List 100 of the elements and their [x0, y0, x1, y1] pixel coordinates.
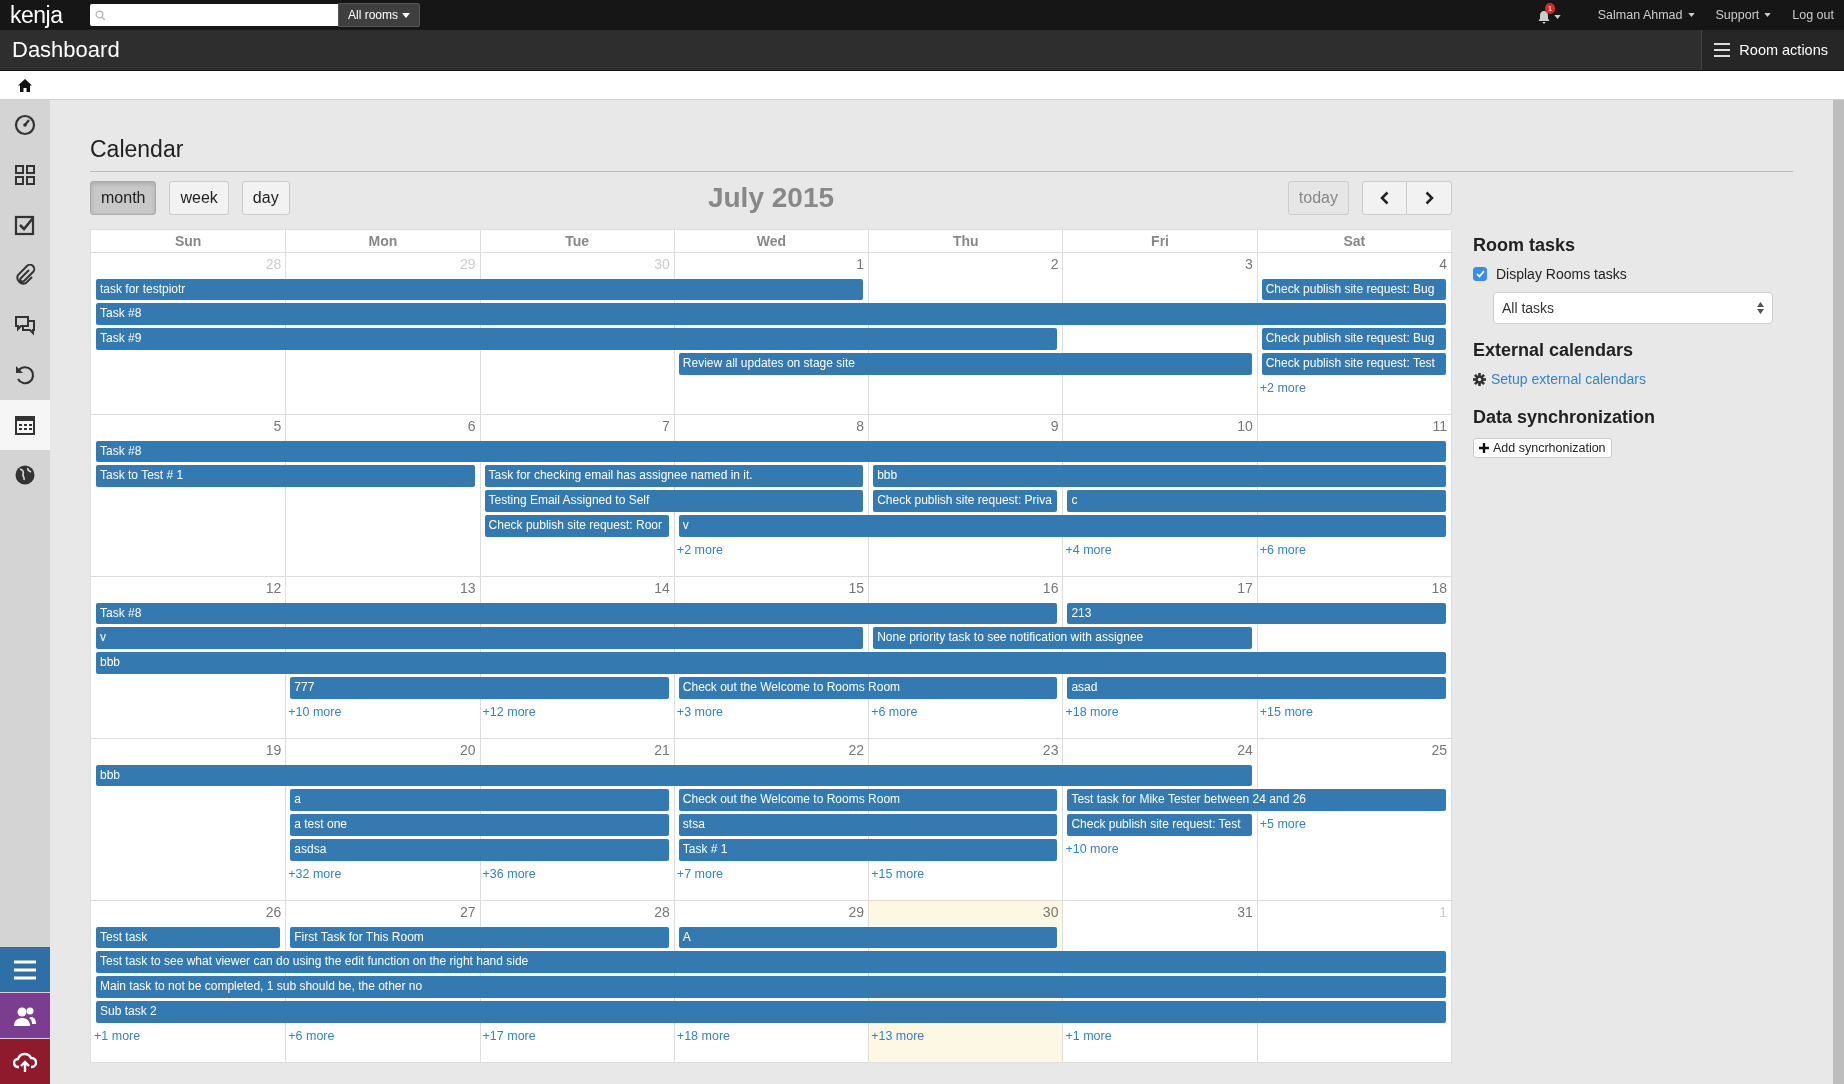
more-link[interactable]: +6 more — [1256, 540, 1306, 562]
event-bar[interactable]: v — [678, 515, 1446, 537]
task-filter-select[interactable]: All tasks — [1493, 292, 1773, 324]
event-bar[interactable]: Task # 1 — [678, 839, 1058, 861]
notifications-button[interactable]: 1 — [1536, 3, 1561, 27]
checkbox[interactable] — [1473, 267, 1487, 281]
logout-link[interactable]: Log out — [1792, 8, 1834, 22]
event-bar[interactable]: asad — [1067, 677, 1446, 699]
event-bar[interactable]: Check publish site request: Priva — [873, 490, 1058, 512]
event-bar[interactable]: First Task for This Room — [290, 926, 669, 948]
more-link[interactable]: +6 more — [285, 1026, 335, 1048]
next-button[interactable] — [1407, 181, 1452, 215]
event-bar[interactable]: None priority task to see notification with assignee — [873, 627, 1252, 649]
room-actions-button[interactable]: Room actions — [1701, 30, 1844, 70]
add-sync-button[interactable]: Add syncrhonization — [1473, 438, 1612, 458]
event-bar[interactable]: a test one — [290, 814, 669, 836]
day-number: 28 — [654, 903, 671, 922]
day-number: 20 — [460, 741, 477, 760]
more-link[interactable]: +6 more — [868, 702, 918, 724]
bell-icon — [1536, 10, 1551, 24]
event-bar[interactable]: A — [678, 926, 1058, 948]
event-bar[interactable]: Task to Test # 1 — [96, 465, 475, 487]
weekday-header: Sat — [1256, 230, 1451, 252]
event-bar[interactable]: Check publish site request: Bug — [1261, 278, 1446, 300]
nav-item[interactable] — [0, 993, 50, 1038]
event-bar[interactable]: Task #8 — [96, 602, 1058, 624]
panel-heading: External calendars — [1473, 340, 1635, 361]
event-bar[interactable]: Test task for Mike Tester between 24 and 26 — [1067, 789, 1446, 811]
more-link[interactable]: +13 more — [868, 1026, 925, 1048]
more-link[interactable]: +1 more — [1062, 1026, 1112, 1048]
more-link[interactable]: +5 more — [1256, 814, 1306, 836]
more-link[interactable]: +18 more — [673, 1026, 730, 1048]
more-link[interactable]: +4 more — [1062, 540, 1112, 562]
scrollbar[interactable] — [1833, 100, 1844, 1084]
event-bar[interactable]: bbb — [96, 652, 1446, 674]
event-bar[interactable]: a — [290, 789, 669, 811]
more-link[interactable]: +2 more — [1256, 378, 1306, 400]
setup-calendars-link[interactable]: Setup external calendars — [1491, 371, 1646, 387]
caret-icon — [1764, 13, 1772, 17]
event-bar[interactable]: Check out the Welcome to Rooms Room — [678, 677, 1058, 699]
day-number: 14 — [654, 579, 671, 598]
more-link[interactable]: +1 more — [91, 1026, 141, 1048]
more-link[interactable]: +7 more — [673, 864, 724, 886]
more-link[interactable]: +15 more — [1256, 702, 1313, 724]
event-bar[interactable]: Check out the Welcome to Rooms Room — [678, 789, 1058, 811]
search-icon — [95, 9, 106, 21]
event-bar[interactable]: c — [1067, 490, 1446, 512]
support-menu[interactable]: Support — [1715, 8, 1772, 22]
event-bar[interactable]: 777 — [290, 677, 669, 699]
previous-button[interactable] — [1362, 181, 1407, 215]
search-field[interactable] — [90, 4, 338, 26]
nav-item[interactable] — [0, 1039, 50, 1084]
more-link[interactable]: +2 more — [673, 540, 724, 562]
event-bar[interactable]: task for testpiotr — [96, 278, 864, 300]
day-number: 31 — [1237, 903, 1254, 922]
event-bar[interactable]: v — [96, 627, 864, 649]
event-bar[interactable]: bbb — [873, 465, 1446, 487]
event-bar[interactable]: Check publish site request: Bug — [1261, 328, 1446, 350]
sort-arrows-icon — [1757, 302, 1764, 314]
event-bar[interactable]: Check publish site request: Test — [1067, 814, 1252, 836]
more-link[interactable]: +10 more — [285, 702, 342, 724]
event-bar[interactable]: Check publish site request: Test — [1261, 353, 1446, 375]
event-bar[interactable]: Test task to see what viewer can do using the edit function on the right hand side — [96, 951, 1446, 973]
more-link[interactable]: +10 more — [1062, 839, 1119, 861]
event-bar[interactable]: 213 — [1067, 602, 1446, 624]
view-button[interactable]: day — [241, 181, 290, 215]
event-bar[interactable]: Task #9 — [96, 328, 1058, 350]
globe-icon — [14, 464, 36, 486]
event-bar[interactable]: Test task — [96, 926, 281, 948]
event-bar[interactable]: Testing Email Assigned to Self — [484, 490, 864, 512]
event-bar[interactable]: Check publish site request: Roor — [484, 515, 669, 537]
menu-icon — [13, 958, 37, 981]
nav-item[interactable] — [0, 947, 50, 992]
event-bar[interactable]: stsa — [678, 814, 1058, 836]
home-icon[interactable] — [18, 78, 32, 92]
today-button[interactable]: today — [1287, 181, 1349, 215]
event-bar[interactable]: Task #8 — [96, 303, 1446, 325]
event-bar[interactable]: Main task to not be completed, 1 sub should be, the other no — [96, 976, 1446, 998]
event-bar[interactable]: Task for checking email has assignee named in it. — [484, 465, 864, 487]
event-bar[interactable]: Task #8 — [96, 440, 1446, 462]
chevron-left-icon — [1380, 191, 1389, 205]
view-button[interactable]: week — [169, 181, 229, 215]
event-bar[interactable]: Review all updates on stage site — [678, 353, 1252, 375]
section-title: Calendar — [90, 136, 1793, 172]
more-link[interactable]: +18 more — [1062, 702, 1119, 724]
logo[interactable]: kenja — [10, 1, 90, 29]
more-link[interactable]: +15 more — [868, 864, 925, 886]
event-bar[interactable]: bbb — [96, 764, 1252, 786]
view-button[interactable]: month — [90, 181, 157, 215]
user-menu[interactable]: Salman Ahmad — [1597, 8, 1695, 22]
event-bar[interactable]: Sub task 2 — [96, 1001, 1446, 1023]
more-link[interactable]: +3 more — [673, 702, 724, 724]
more-link[interactable]: +17 more — [479, 1026, 536, 1048]
day-number: 15 — [848, 579, 866, 598]
event-bar[interactable]: asdsa — [290, 839, 669, 861]
more-link[interactable]: +36 more — [479, 864, 536, 886]
room-filter-dropdown[interactable]: All rooms — [338, 3, 420, 27]
more-link[interactable]: +12 more — [479, 702, 536, 724]
nav-item[interactable] — [0, 400, 50, 450]
more-link[interactable]: +32 more — [285, 864, 342, 886]
